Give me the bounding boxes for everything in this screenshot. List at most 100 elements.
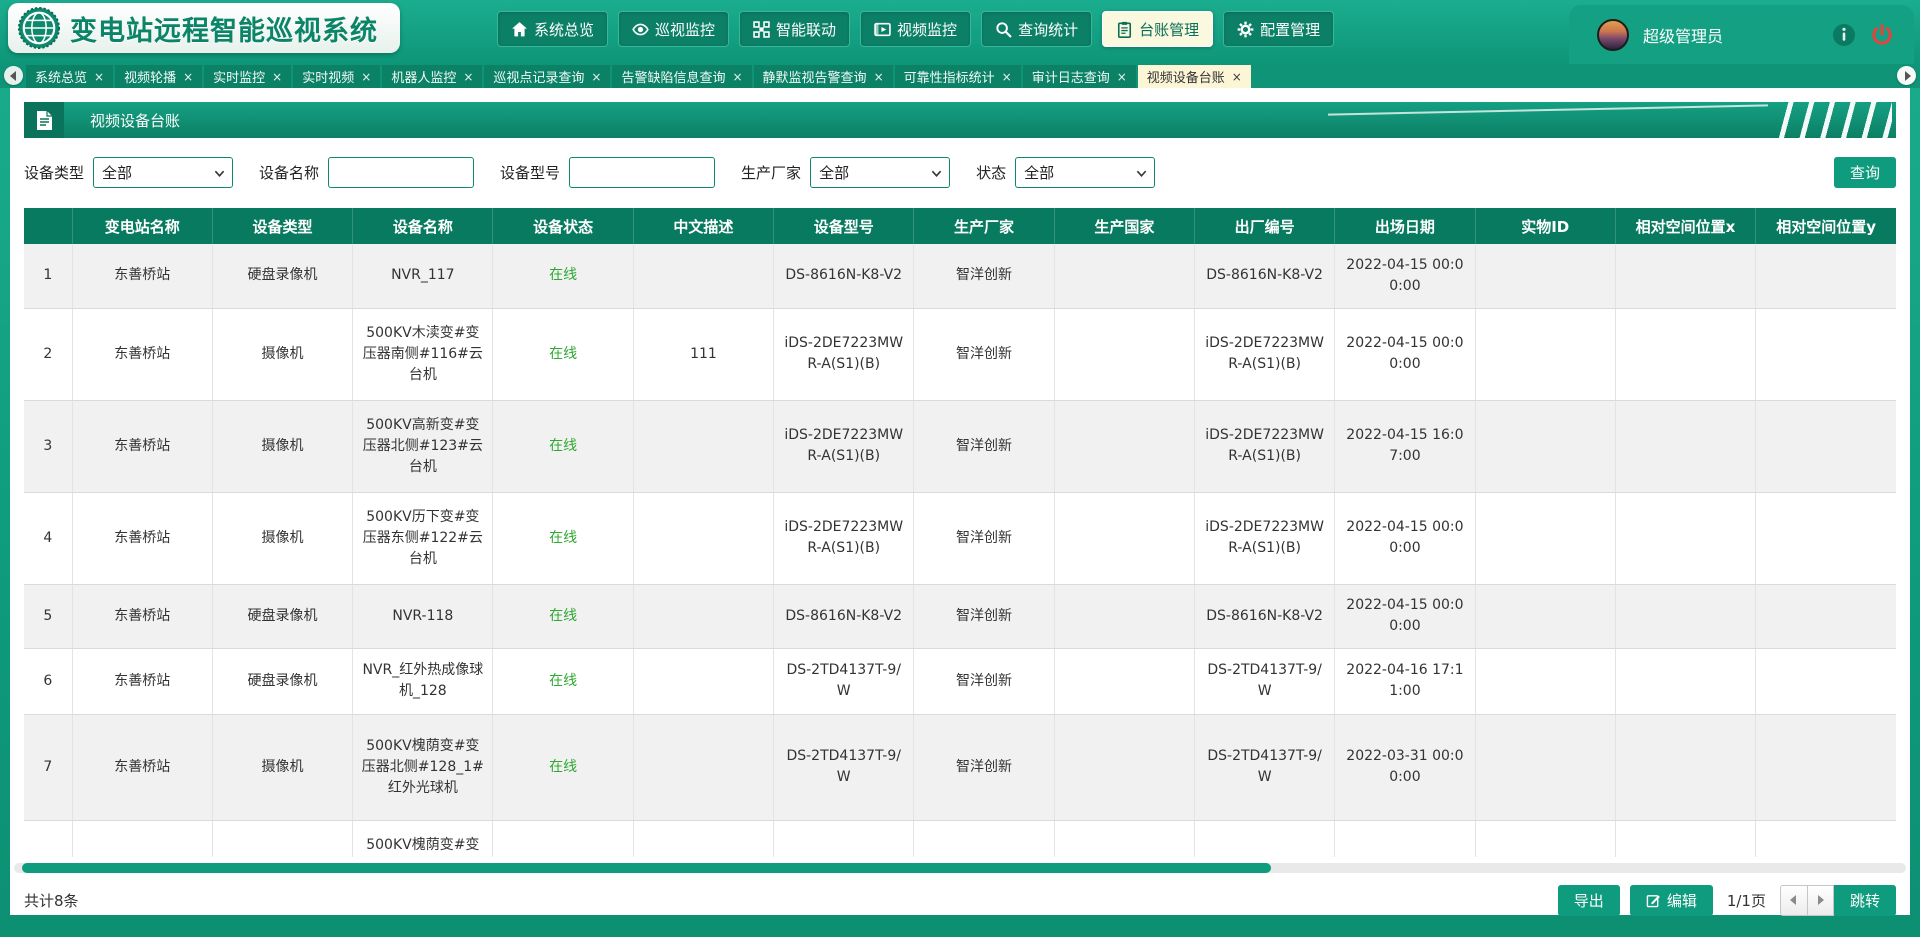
table-cell: 摄像机 — [212, 492, 352, 584]
export-button[interactable]: 导出 — [1558, 885, 1620, 916]
table-row[interactable]: 3东善桥站摄像机500KV高新变#变压器北侧#123#云台机在线iDS-2DE7… — [24, 400, 1896, 492]
table-cell — [1615, 584, 1755, 648]
table-cell — [633, 648, 773, 714]
device-table-wrap: 变电站名称设备类型设备名称设备状态中文描述设备型号生产厂家生产国家出厂编号出场日… — [24, 208, 1896, 857]
home-icon — [511, 21, 528, 38]
device-model-label: 设备型号 — [500, 162, 560, 183]
table-row[interactable]: 1东善桥站硬盘录像机NVR_117在线DS-8616N-K8-V2智洋创新DS-… — [24, 244, 1896, 308]
tab-8[interactable]: 静默监视告警查询 × — [754, 65, 893, 88]
nav-button-4[interactable]: 视频监控 — [860, 11, 971, 47]
table-cell — [1756, 400, 1896, 492]
jump-button[interactable]: 跳转 — [1834, 885, 1896, 916]
tab-label: 静默监视告警查询 — [763, 67, 867, 86]
table-cell — [1194, 820, 1334, 857]
close-icon[interactable]: × — [874, 71, 884, 83]
tab-7[interactable]: 告警缺陷信息查询× — [612, 65, 751, 88]
nav-button-2[interactable]: 巡视监控 — [618, 11, 729, 47]
close-icon[interactable]: × — [361, 71, 371, 83]
close-icon[interactable]: × — [272, 71, 282, 83]
status-select[interactable]: 全部 — [1015, 157, 1155, 188]
tab-2[interactable]: 视频轮播 × — [115, 65, 202, 88]
close-icon[interactable]: × — [591, 71, 601, 83]
tab-3[interactable]: 实时监控 × — [204, 65, 291, 88]
avatar[interactable] — [1597, 19, 1629, 51]
main-nav: 系统总览巡视监控智能联动视频监控查询统计台账管理 配置管理 — [497, 11, 1334, 47]
close-icon[interactable]: × — [732, 71, 742, 83]
document-icon — [24, 102, 64, 138]
edit-button[interactable]: 编辑 — [1630, 885, 1713, 916]
app-title: 变电站远程智能巡视系统 — [70, 9, 378, 48]
company-logo-icon — [18, 7, 60, 49]
tab-label: 系统总览 — [35, 67, 87, 86]
table-cell: 摄像机 — [212, 400, 352, 492]
tab-9[interactable]: 可靠性指标统计× — [895, 65, 1021, 88]
table-cell — [774, 820, 914, 857]
info-icon[interactable] — [1832, 23, 1856, 47]
nav-button-label: 配置管理 — [1260, 19, 1320, 40]
table-cell — [1615, 714, 1755, 820]
table-cell: DS-2TD4137T-9/W — [774, 714, 914, 820]
manufacturer-value: 全部 — [819, 162, 849, 183]
table-row[interactable]: 2东善桥站摄像机500KV木渎变#变压器南侧#116#云台机在线111iDS-2… — [24, 308, 1896, 400]
table-cell: 智洋创新 — [914, 648, 1054, 714]
tab-10[interactable]: 审计日志查询× — [1023, 65, 1136, 88]
table-cell: iDS-2DE7223MWR-A(S1)(B) — [1194, 400, 1334, 492]
device-model-input[interactable] — [569, 157, 715, 188]
table-cell: 东善桥站 — [72, 308, 212, 400]
nav-button-6[interactable]: 台账管理 — [1102, 11, 1213, 47]
row-number-cell: 2 — [24, 308, 72, 400]
table-cell: 硬盘录像机 — [212, 584, 352, 648]
row-number-cell: 7 — [24, 714, 72, 820]
footer-bar: 共计8条 导出 编辑 1/1页 跳转 — [24, 885, 1896, 915]
tab-label: 视频设备台账 — [1147, 67, 1225, 86]
tab-6[interactable]: 巡视点记录查询× — [484, 65, 610, 88]
table-cell — [1756, 308, 1896, 400]
next-page-button[interactable] — [1807, 885, 1834, 916]
table-row[interactable]: 500KV槐荫变#变 — [24, 820, 1896, 857]
table-row[interactable]: 4东善桥站摄像机500KV历下变#变压器东侧#122#云台机在线iDS-2DE7… — [24, 492, 1896, 584]
nav-button-3[interactable]: 智能联动 — [739, 11, 850, 47]
close-icon[interactable]: × — [183, 71, 193, 83]
table-row[interactable]: 5东善桥站硬盘录像机NVR-118在线DS-8616N-K8-V2智洋创新DS-… — [24, 584, 1896, 648]
table-cell: 硬盘录像机 — [212, 648, 352, 714]
prev-page-button[interactable] — [1780, 885, 1807, 916]
nav-button-5[interactable]: 查询统计 — [981, 11, 1092, 47]
device-name-input[interactable] — [328, 157, 474, 188]
tabs-scroll-right-icon[interactable] — [1897, 66, 1916, 85]
table-cell: 2022-03-31 00:00:00 — [1335, 714, 1475, 820]
table-cell — [1756, 244, 1896, 308]
column-header: 设备名称 — [353, 208, 493, 244]
tab-label: 实时监控 — [213, 67, 265, 86]
tab-label: 视频轮播 — [124, 67, 176, 86]
table-cell — [1054, 244, 1194, 308]
nav-button-1[interactable]: 系统总览 — [497, 11, 608, 47]
device-type-select[interactable]: 全部 — [93, 157, 233, 188]
table-row[interactable]: 6东善桥站硬盘录像机NVR_红外热成像球机_128在线DS-2TD4137T-9… — [24, 648, 1896, 714]
table-cell: 2022-04-15 00:00:00 — [1335, 492, 1475, 584]
table-cell — [1615, 400, 1755, 492]
horizontal-scrollbar-thumb[interactable] — [22, 863, 1271, 873]
power-icon[interactable] — [1870, 23, 1894, 47]
close-icon[interactable]: × — [1232, 71, 1242, 83]
table-cell: 在线 — [493, 648, 633, 714]
close-icon[interactable]: × — [1002, 71, 1012, 83]
table-cell — [633, 492, 773, 584]
tab-1[interactable]: 系统总览 × — [26, 65, 113, 88]
tab-4[interactable]: 实时视频× — [293, 65, 380, 88]
close-icon[interactable]: × — [1117, 71, 1127, 83]
close-icon[interactable]: × — [463, 71, 473, 83]
manufacturer-select[interactable]: 全部 — [810, 157, 950, 188]
table-cell — [1475, 492, 1615, 584]
table-cell: 500KV高新变#变压器北侧#123#云台机 — [353, 400, 493, 492]
table-cell — [1054, 648, 1194, 714]
search-button[interactable]: 查询 — [1834, 157, 1896, 188]
tabs-scroll-left-icon[interactable] — [4, 66, 23, 85]
table-cell — [1054, 584, 1194, 648]
tab-11[interactable]: 视频设备台账 × — [1138, 65, 1251, 88]
table-row[interactable]: 7东善桥站摄像机500KV槐荫变#变压器北侧#128_1#红外光球机在线DS-2… — [24, 714, 1896, 820]
nav-button-7[interactable]: 配置管理 — [1223, 11, 1334, 47]
close-icon[interactable]: × — [94, 71, 104, 83]
column-header: 变电站名称 — [72, 208, 212, 244]
tab-list: 系统总览×视频轮播×实时监控×实时视频×机器人监控×巡视点记录查询×告警缺陷信息… — [26, 65, 1253, 88]
tab-5[interactable]: 机器人监控× — [382, 65, 482, 88]
